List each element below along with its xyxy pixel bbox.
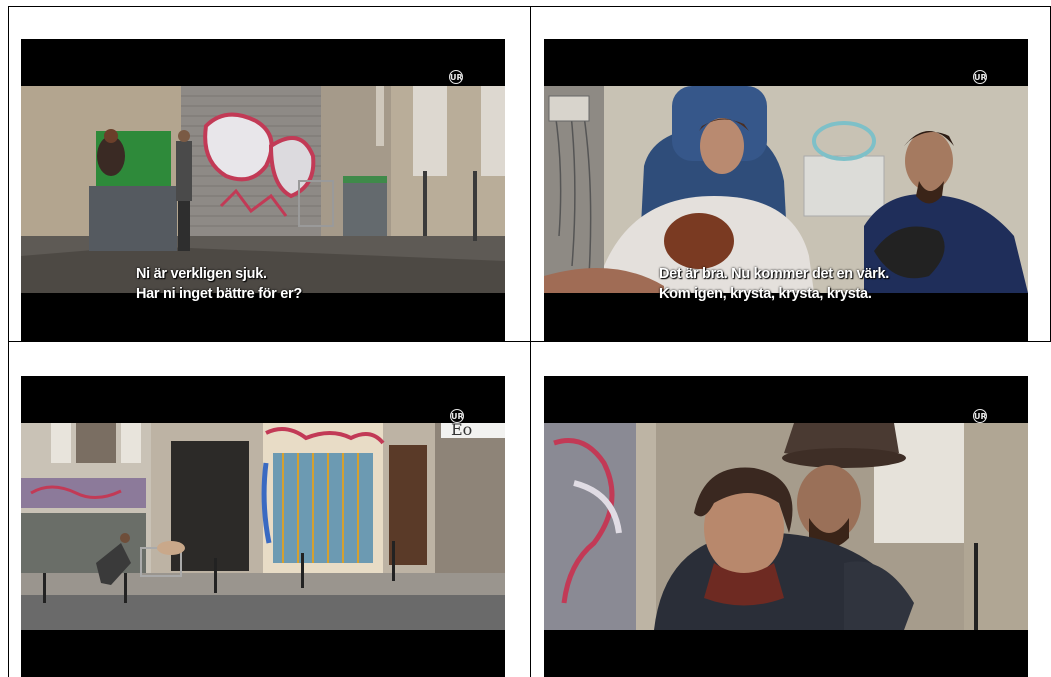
scene-hospital-birth xyxy=(544,86,1028,293)
subtitle-line: Ni är verkligen sjuk. xyxy=(136,266,267,282)
video-frame-4: UR xyxy=(544,376,1028,677)
scene-hospital-birth-art xyxy=(544,86,1028,293)
ur-logo-icon: UR xyxy=(973,70,987,84)
scene-street-dumpster-art xyxy=(21,86,505,293)
scene-street-wide-art: Eo xyxy=(21,423,505,630)
subtitle-frame-2: Det är bra. Nu kommer det en värk. Kom i… xyxy=(659,264,889,304)
subtitle-line: Kom igen, krysta, krysta, krysta. xyxy=(659,286,872,302)
ur-logo-icon: UR xyxy=(973,409,987,423)
video-frame-2: UR Det är bra. Nu kommer det en värk. Ko… xyxy=(544,39,1028,341)
scene-street-dumpster xyxy=(21,86,505,293)
scene-street-wide: Eo xyxy=(21,423,505,630)
subtitle-line: Det är bra. Nu kommer det en värk. xyxy=(659,266,889,282)
grid-horizontal-divider xyxy=(8,341,1051,342)
subtitle-line: Har ni inget bättre för er? xyxy=(136,286,302,302)
video-frame-3: Eo UR xyxy=(21,376,505,677)
ur-logo-icon: UR xyxy=(449,70,463,84)
ur-logo-icon: UR xyxy=(450,409,464,423)
video-frame-1: UR Ni är verkligen sjuk. Har ni inget bä… xyxy=(21,39,505,341)
subtitle-frame-1: Ni är verkligen sjuk. Har ni inget bättr… xyxy=(136,264,302,304)
scene-embrace-art xyxy=(544,423,1028,630)
svg-text:Eo: Eo xyxy=(451,423,472,439)
scene-embrace xyxy=(544,423,1028,630)
